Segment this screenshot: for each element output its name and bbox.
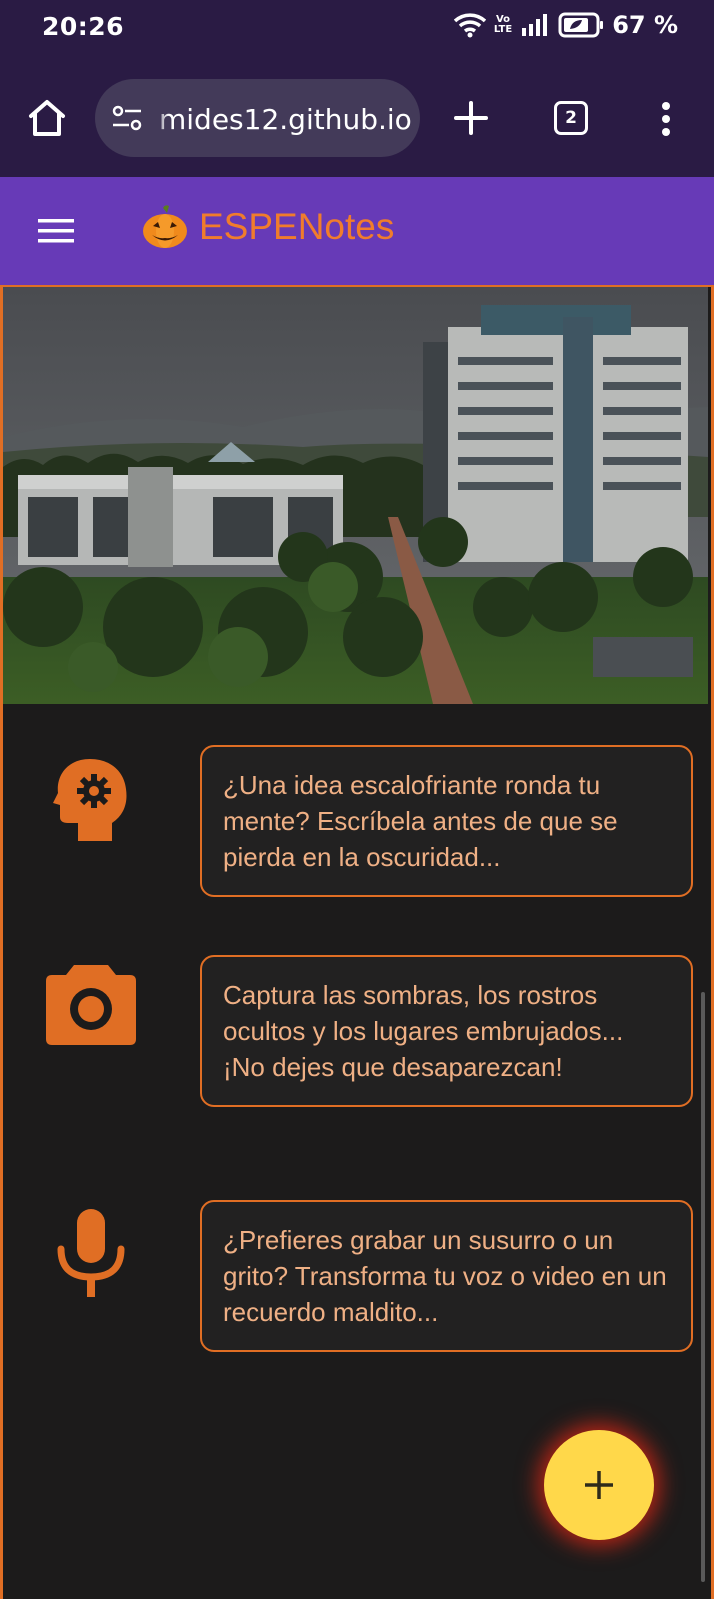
volte-indicator: Vo LTE [493, 14, 513, 35]
browser-toolbar: mides12.github.io 2 [0, 57, 714, 177]
app-header: ESPENotes [0, 177, 714, 285]
app-title: ESPENotes [199, 206, 395, 247]
campus-image [3, 287, 708, 704]
add-note-button[interactable] [544, 1430, 654, 1540]
idea-head-icon [53, 759, 127, 841]
more-vert-icon[interactable] [656, 99, 676, 139]
plus-icon[interactable] [452, 99, 490, 137]
battery-percent: 67 % [612, 11, 678, 39]
home-icon[interactable] [26, 97, 68, 139]
plus-icon [585, 1471, 613, 1499]
wifi-icon [453, 13, 486, 38]
feature-card-idea[interactable]: ¿Una idea escalofriante ronda tu mente? … [200, 745, 693, 897]
feature-text: Captura las sombras, los rostros ocultos… [223, 980, 624, 1082]
tab-switcher-button[interactable]: 2 [554, 101, 588, 135]
url-text[interactable]: mides12.github.io [159, 103, 412, 136]
status-bar: 20:26 Vo LTE 67 % [0, 0, 714, 57]
feature-text: ¿Una idea escalofriante ronda tu mente? … [223, 770, 618, 872]
status-time: 20:26 [42, 12, 125, 41]
camera-icon[interactable] [44, 963, 138, 1047]
feature-card-camera[interactable]: Captura las sombras, los rostros ocultos… [200, 955, 693, 1107]
scrollbar[interactable] [701, 992, 705, 1582]
battery-icon [558, 12, 604, 38]
microphone-icon[interactable] [57, 1207, 125, 1299]
pumpkin-icon [143, 205, 187, 248]
signal-icon [522, 14, 548, 36]
feature-text: ¿Prefieres grabar un susurro o un grito?… [223, 1225, 667, 1327]
url-fade [151, 79, 169, 157]
address-bar[interactable]: mides12.github.io [95, 79, 420, 157]
brand: ESPENotes [141, 204, 394, 250]
feature-card-microphone[interactable]: ¿Prefieres grabar un susurro o un grito?… [200, 1200, 693, 1352]
menu-icon[interactable] [36, 217, 76, 245]
status-icons: Vo LTE 67 % [453, 11, 678, 39]
site-settings-icon[interactable] [111, 105, 143, 131]
